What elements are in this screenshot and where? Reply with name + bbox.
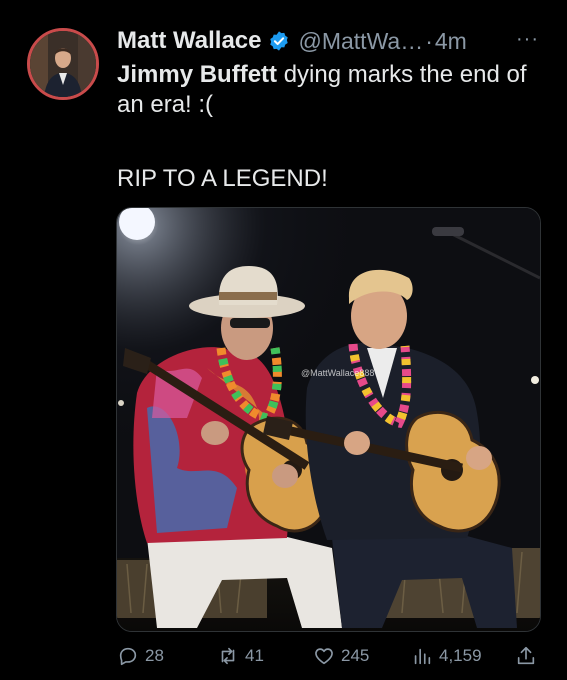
share-button[interactable] [515, 645, 543, 667]
more-options-icon[interactable]: ··· [516, 28, 539, 51]
tweet-text: Jimmy Buffett dying marks the end of an … [117, 60, 547, 120]
tweet-header: Matt Wallace @MattWa… · 4m ··· [117, 26, 539, 56]
reply-icon [119, 647, 137, 666]
media-illustration [117, 208, 540, 631]
image-watermark: @MattWallace888 [301, 368, 375, 378]
heart-icon [315, 648, 333, 665]
retweet-icon [221, 647, 235, 665]
tweet-action-bar: 28 41 245 4,159 [117, 645, 542, 673]
author-avatar[interactable] [27, 28, 99, 100]
tweet-text-bold[interactable]: Jimmy Buffett [117, 61, 277, 88]
time-separator: · [425, 27, 433, 54]
views-count: 4,159 [439, 646, 482, 665]
avatar-image [30, 31, 96, 97]
tweet-media-image[interactable]: @MattWallace888 [116, 207, 541, 632]
retweet-count: 41 [245, 646, 264, 665]
verified-badge-icon [270, 31, 289, 51]
author-handle[interactable]: @MattWa… [298, 28, 423, 55]
tweet-text-line2: RIP TO A LEGEND! [117, 165, 328, 192]
reply-button[interactable]: 28 [117, 645, 164, 667]
views-button[interactable]: 4,159 [411, 645, 482, 667]
views-chart-icon [414, 648, 431, 665]
tweet-time[interactable]: 4m [435, 28, 467, 55]
author-name[interactable]: Matt Wallace [117, 27, 261, 55]
share-icon [517, 646, 535, 665]
reply-count: 28 [145, 646, 164, 665]
like-button[interactable]: 245 [313, 645, 369, 667]
retweet-button[interactable]: 41 [217, 645, 264, 667]
like-count: 245 [341, 646, 370, 665]
